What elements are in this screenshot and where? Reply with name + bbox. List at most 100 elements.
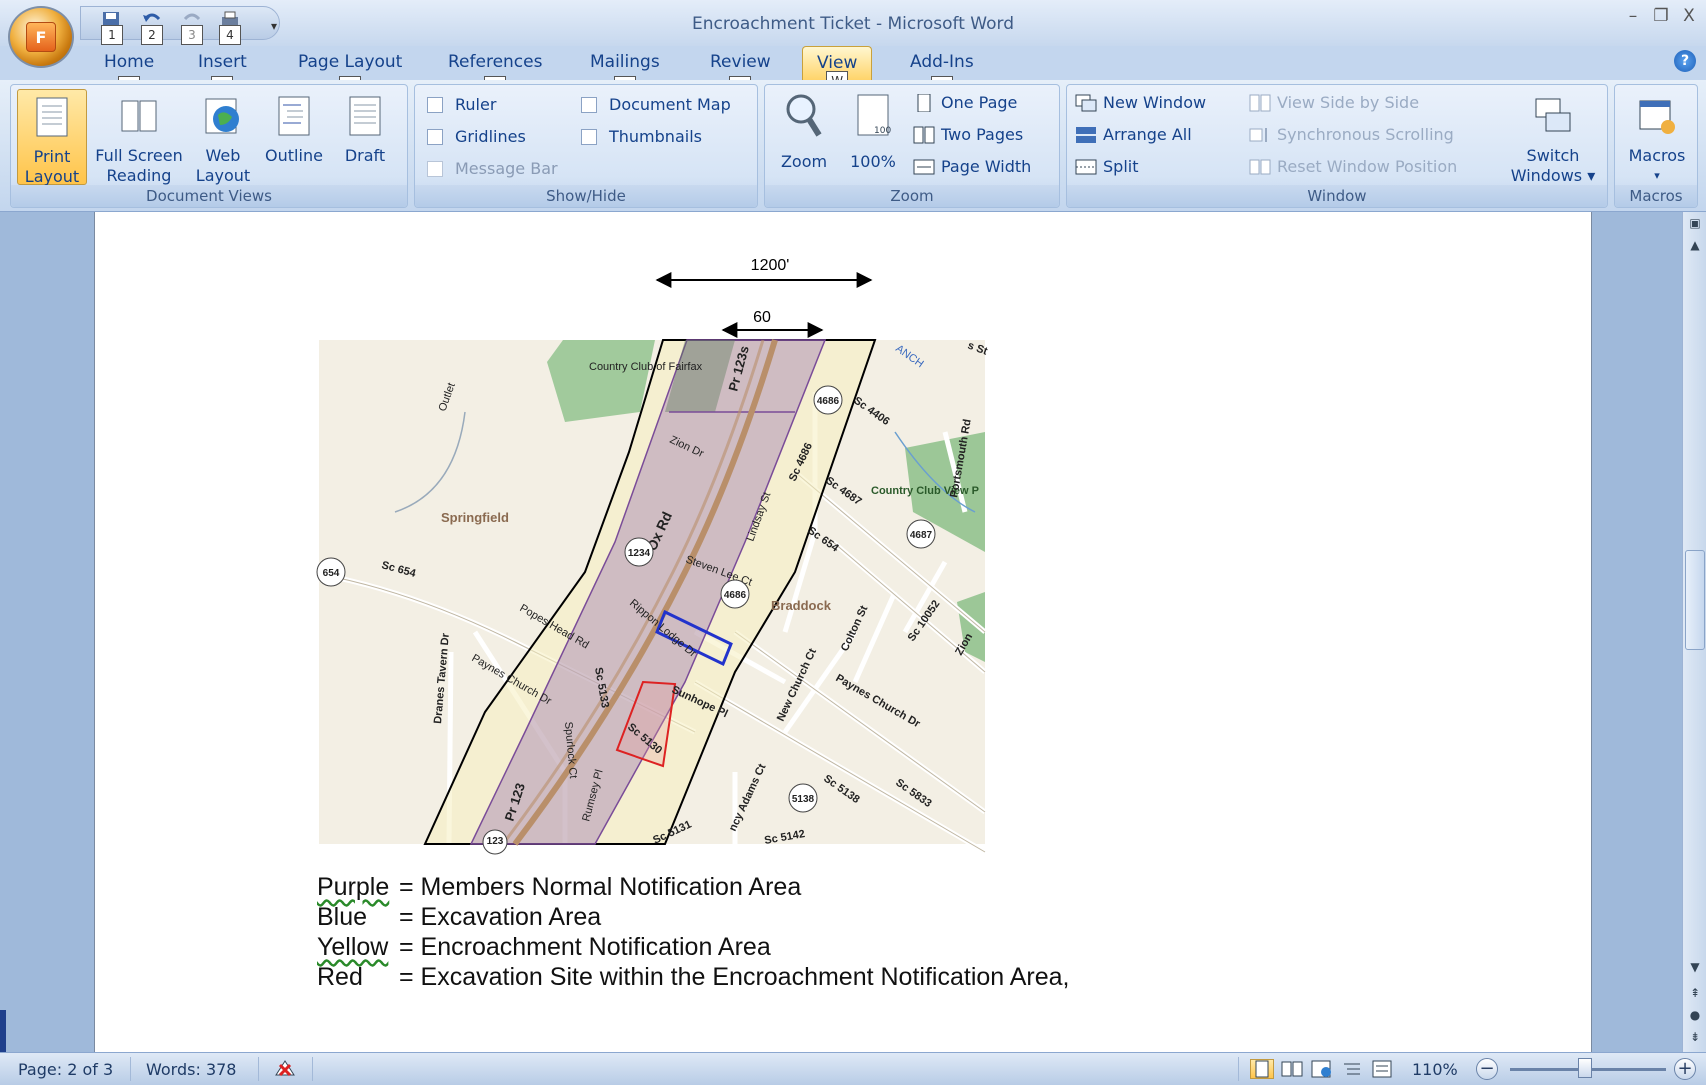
view-side-by-side-button[interactable]: View Side by Side	[1249, 93, 1419, 112]
word-count[interactable]: Words: 378	[146, 1060, 236, 1079]
legend-key: Yellow	[317, 933, 389, 961]
zoom-out-button[interactable]: −	[1476, 1058, 1498, 1080]
zoom-slider-thumb[interactable]	[1578, 1058, 1592, 1078]
restore-button[interactable]: ❐	[1650, 6, 1672, 26]
book-icon	[121, 100, 157, 132]
one-page-button[interactable]: One Page	[913, 93, 1017, 112]
full-screen-view-button[interactable]	[1280, 1059, 1304, 1079]
switch-windows-button[interactable]: Switch Windows ▾	[1503, 89, 1603, 186]
checkbox-box[interactable]	[581, 128, 597, 145]
zoom-in-button[interactable]: +	[1674, 1058, 1696, 1080]
checkbox-box[interactable]	[427, 96, 443, 113]
tab-mailings[interactable]: MailingsM	[590, 52, 660, 96]
button-label: New Window	[1103, 93, 1207, 112]
next-page-icon[interactable]: ⇟	[1683, 1030, 1706, 1044]
macros-label: Macros	[1628, 146, 1686, 165]
shield-label: 654	[323, 568, 340, 579]
draft-view-button[interactable]	[1370, 1059, 1394, 1079]
legend-value: = Excavation Site within the Encroachmen…	[399, 963, 1070, 991]
macros-button[interactable]: Macros ▾	[1619, 89, 1695, 186]
shield-label: 4686	[724, 590, 747, 601]
legend-row: Blue = Excavation Area	[317, 902, 1070, 932]
draft-button[interactable]: Draft	[333, 89, 397, 166]
scrollbar-thumb[interactable]	[1685, 550, 1705, 650]
message-bar-checkbox[interactable]: Message Bar	[427, 159, 558, 178]
minimize-button[interactable]: –	[1622, 6, 1644, 26]
document-area: 1200' 60 Country Club of Fairfax Country…	[0, 212, 1682, 1052]
zoom-100-button[interactable]: 100 100%	[845, 89, 901, 172]
document-map-checkbox[interactable]: Document Map	[581, 95, 731, 114]
group-show-hide: Ruler Gridlines Message Bar Document Map…	[414, 84, 758, 208]
zoom-level[interactable]: 110%	[1412, 1060, 1458, 1079]
checkbox-box[interactable]	[581, 96, 597, 113]
group-label: Window	[1067, 185, 1607, 207]
legend-value: = Members Normal Notification Area	[399, 873, 802, 901]
zoom-label: Zoom	[780, 152, 828, 171]
print-layout-view-button[interactable]	[1250, 1059, 1274, 1079]
outline-button[interactable]: Outline	[259, 89, 329, 166]
synchronous-scrolling-button[interactable]: Synchronous Scrolling	[1249, 125, 1454, 144]
previous-page-icon[interactable]: ⇞	[1683, 986, 1706, 1000]
tab-insert[interactable]: InsertN	[198, 52, 247, 96]
map-label: Country Club of Fairfax	[589, 361, 703, 373]
tab-label: View	[817, 53, 858, 73]
outline-view-button[interactable]	[1340, 1059, 1364, 1079]
office-button[interactable]: F	[8, 6, 74, 68]
checkbox-label: Ruler	[455, 95, 497, 114]
page-width-icon	[913, 159, 935, 174]
group-zoom: Zoom 100 100% One Page Two Pages Page Wi…	[764, 84, 1060, 208]
tab-home[interactable]: HomeH	[104, 52, 155, 96]
button-label: Page Width	[941, 157, 1032, 176]
tab-label: Page Layout	[298, 52, 403, 72]
scroll-down-arrow[interactable]: ▼	[1683, 960, 1706, 974]
two-pages-button[interactable]: Two Pages	[913, 125, 1023, 144]
tab-view[interactable]: ViewW	[802, 46, 873, 91]
help-icon[interactable]: ?	[1674, 50, 1696, 72]
ruler-checkbox[interactable]: Ruler	[427, 95, 496, 114]
arrange-all-button[interactable]: Arrange All	[1075, 125, 1192, 144]
tab-references[interactable]: ReferencesS	[448, 52, 543, 96]
two-pages-icon	[913, 126, 935, 143]
scroll-up-arrow[interactable]: ▲	[1683, 238, 1706, 252]
reset-window-position-button[interactable]: Reset Window Position	[1249, 157, 1457, 176]
switch-windows-icon	[1535, 98, 1571, 132]
vertical-scrollbar[interactable]: ▣ ▲ ▼ ⇞ ● ⇟	[1682, 212, 1706, 1052]
tab-label: Home	[104, 52, 155, 72]
full-screen-label-1: Full Screen	[95, 146, 183, 165]
split-button[interactable]: Split	[1075, 157, 1138, 176]
zoom-button[interactable]: Zoom	[771, 89, 837, 172]
tab-page-layout[interactable]: Page LayoutP	[298, 52, 403, 96]
full-screen-reading-button[interactable]: Full Screen Reading	[91, 89, 187, 186]
page-width-button[interactable]: Page Width	[913, 157, 1031, 176]
ribbon-tabs: HomeH InsertN Page LayoutP ReferencesS M…	[0, 46, 1706, 96]
tab-add-ins[interactable]: Add-InsX	[910, 52, 974, 96]
shield-label: 4686	[817, 396, 840, 407]
tab-label: References	[448, 52, 543, 72]
shield-label: 123	[487, 836, 504, 847]
page-100-icon: 100	[857, 94, 891, 136]
gridlines-checkbox[interactable]: Gridlines	[427, 127, 526, 146]
new-window-button[interactable]: New Window	[1075, 93, 1206, 112]
group-window: New Window Arrange All Split View Side b…	[1066, 84, 1608, 208]
draft-icon	[349, 96, 381, 136]
reset-position-icon	[1249, 159, 1271, 174]
close-button[interactable]: X	[1678, 6, 1700, 26]
group-label: Macros	[1615, 185, 1697, 207]
web-layout-button[interactable]: Web Layout	[191, 89, 255, 186]
print-layout-button[interactable]: Print Layout	[17, 89, 87, 186]
ruler-toggle-icon[interactable]: ▣	[1683, 216, 1706, 230]
web-layout-view-button[interactable]	[1310, 1059, 1334, 1079]
checkbox-box[interactable]	[427, 160, 443, 177]
chevron-down-icon[interactable]: ▾	[1619, 166, 1695, 186]
proofing-error-icon[interactable]	[272, 1059, 298, 1079]
document-page[interactable]: 1200' 60 Country Club of Fairfax Country…	[94, 212, 1592, 1052]
thumbnails-checkbox[interactable]: Thumbnails	[581, 127, 702, 146]
group-macros: Macros ▾ Macros	[1614, 84, 1698, 208]
browse-object-icon[interactable]: ●	[1683, 1008, 1706, 1022]
title-bar: F 1 2 3 4 ▾ Encroachment Ticket - Micros…	[0, 0, 1706, 68]
page-indicator[interactable]: Page: 2 of 3	[18, 1060, 113, 1079]
checkbox-box[interactable]	[427, 128, 443, 145]
button-label: Split	[1103, 157, 1139, 176]
checkbox-label: Gridlines	[455, 127, 526, 146]
tab-review[interactable]: ReviewR	[710, 52, 771, 96]
